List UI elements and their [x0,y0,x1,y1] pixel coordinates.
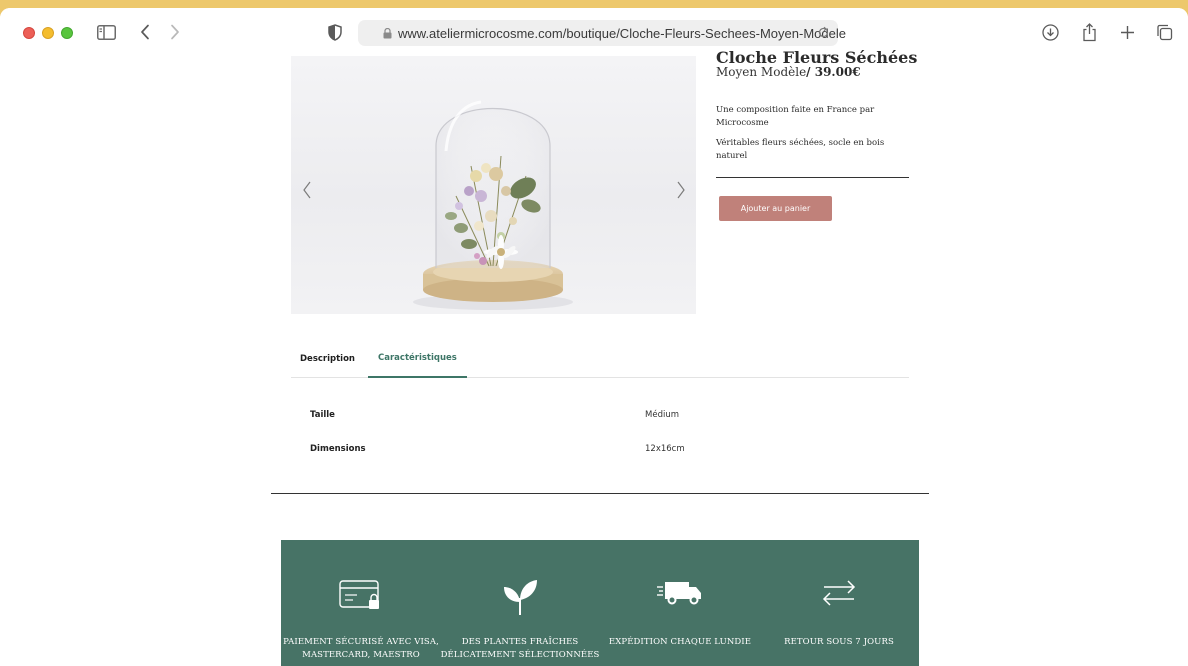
product-variant: Moyen Modèle [716,65,807,79]
add-to-cart-button[interactable]: Ajouter au panier [719,196,832,221]
tab-caracteristiques[interactable]: Caractéristiques [368,339,467,378]
spec-value: 12x16cm [645,444,685,454]
feature-payment: PAIEMENT SÉCURISÉ AVEC VISA, MASTERCARD,… [281,540,441,666]
product-description-2: Véritables fleurs séchées, socle en bois… [716,138,885,161]
spec-label: Taille [310,410,335,420]
feature-text: EXPÉDITION CHAQUE LUNDIE [608,637,752,647]
browser-window: www.ateliermicrocosme.com/boutique/Cloch… [0,8,1188,666]
page-content: Cloche Fleurs Séchées Moyen Modèle/ 39.0… [0,48,1188,666]
truck-icon [657,578,703,606]
features-banner: PAIEMENT SÉCURISÉ AVEC VISA, MASTERCARD,… [281,540,919,666]
tab-description[interactable]: Description [300,339,355,378]
section-divider [271,493,929,494]
product-variant-price: Moyen Modèle/ 39.00€ [716,65,861,79]
feature-text: DES PLANTES FRAÎCHES DÉLICATEMENT SÉLECT… [440,637,600,660]
exchange-arrows-icon [821,578,857,608]
privacy-shield-icon[interactable] [326,21,344,43]
downloads-icon[interactable] [1041,21,1059,43]
browser-toolbar: www.ateliermicrocosme.com/boutique/Cloch… [0,8,1188,56]
feature-returns: RETOUR SOUS 7 JOURS [759,540,919,666]
spec-label: Dimensions [310,444,366,454]
url-text: www.ateliermicrocosme.com/boutique/Cloch… [398,25,846,41]
new-tab-icon[interactable] [1118,21,1136,43]
close-window-button[interactable] [23,27,35,39]
divider [716,177,909,178]
product-tabs: Description Caractéristiques [291,339,909,378]
share-icon[interactable] [1080,21,1098,43]
feature-shipping: EXPÉDITION CHAQUE LUNDIE [600,540,760,666]
product-image [291,56,696,314]
tab-overview-icon[interactable] [1155,21,1173,43]
forward-icon[interactable] [167,21,183,43]
credit-card-icon [339,578,383,612]
address-bar[interactable]: www.ateliermicrocosme.com/boutique/Cloch… [358,20,846,46]
back-icon[interactable] [137,21,153,43]
feature-text: RETOUR SOUS 7 JOURS [784,637,894,647]
plant-icon [502,578,538,616]
lock-icon [383,27,392,39]
feature-text: PAIEMENT SÉCURISÉ AVEC VISA, MASTERCARD,… [283,637,439,660]
reload-icon[interactable] [817,26,830,44]
spec-value: Médium [645,410,679,420]
feature-plants: DES PLANTES FRAÎCHES DÉLICATEMENT SÉLECT… [440,540,600,666]
product-description-1: Une composition faite en France par Micr… [716,105,875,128]
zoom-window-button[interactable] [61,27,73,39]
sidebar-toggle-icon[interactable] [95,21,117,43]
carousel-next-icon[interactable] [673,178,689,202]
carousel-prev-icon[interactable] [299,178,315,202]
cloche-illustration [413,100,573,310]
product-price: / 39.00€ [806,65,861,79]
minimize-window-button[interactable] [42,27,54,39]
